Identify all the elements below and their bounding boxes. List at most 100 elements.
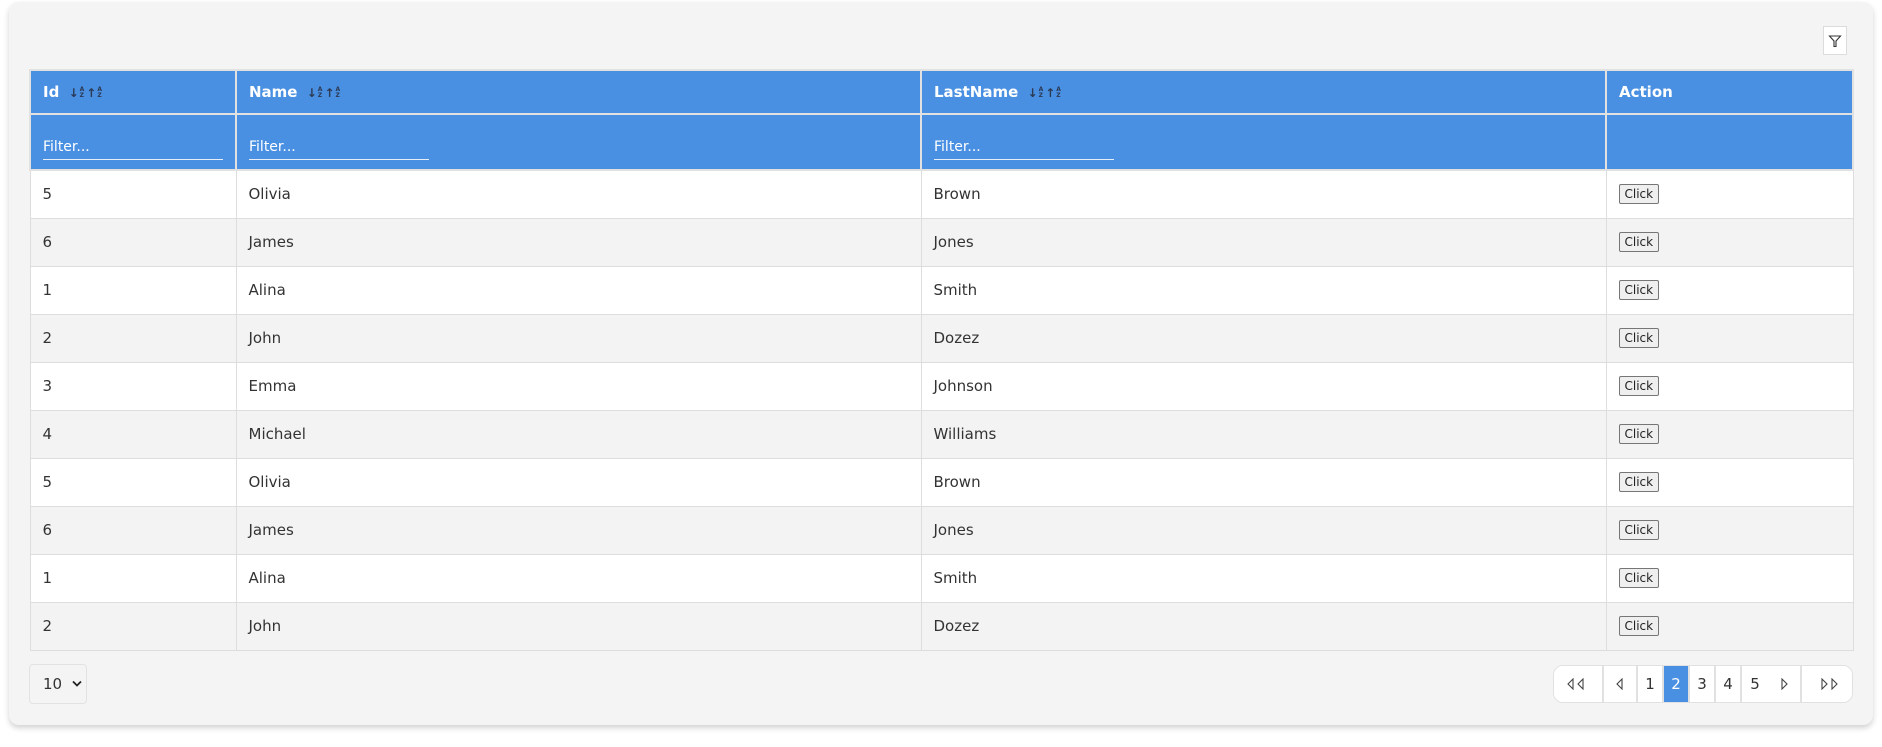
- cell-lastname: Brown: [920, 169, 1607, 219]
- filter-cell-id: [29, 113, 237, 171]
- sort-alpha-down-icon[interactable]: ↓ A Z: [307, 86, 323, 99]
- page-size-select[interactable]: 10: [29, 664, 87, 704]
- pagination: 12345: [1553, 665, 1853, 703]
- sort-alpha-up-icon[interactable]: ↑ A Z: [324, 86, 340, 99]
- row-action-button[interactable]: Click: [1618, 520, 1660, 540]
- prev-page-button[interactable]: [1604, 666, 1638, 702]
- table-row: 1 Alina Smith Click: [29, 265, 1854, 315]
- cell-lastname: Jones: [920, 217, 1607, 267]
- header-row: Id ↓ A Z ↑ A Z Name ↓ A Z ↑ A Z LastName…: [29, 69, 1854, 115]
- cell-lastname: Dozez: [920, 601, 1607, 651]
- last-page-button[interactable]: [1802, 666, 1852, 702]
- table-body: 5 Olivia Brown Click 6 James Jones Click 1 Alina S…: [29, 169, 1854, 651]
- last-page-icon: [1821, 678, 1838, 690]
- page-button-3[interactable]: 3: [1690, 666, 1716, 702]
- cell-id: 1: [29, 553, 237, 603]
- page-size-value: 10: [43, 675, 63, 693]
- cell-id: 4: [29, 409, 237, 459]
- table-row: 4 Michael Williams Click: [29, 409, 1854, 459]
- row-action-button[interactable]: Click: [1618, 616, 1660, 636]
- page-button-4[interactable]: 4: [1716, 666, 1742, 702]
- cell-lastname: Williams: [920, 409, 1607, 459]
- column-header-label: Id: [43, 83, 60, 101]
- cell-lastname: Smith: [920, 265, 1607, 315]
- sort-alpha-up-icon[interactable]: ↑ A Z: [86, 86, 102, 99]
- sort-controls: ↓ A Z ↑ A Z: [69, 86, 102, 99]
- cell-action: Click: [1605, 409, 1854, 459]
- cell-id: 3: [29, 361, 237, 411]
- cell-action: Click: [1605, 313, 1854, 363]
- cell-id: 5: [29, 169, 237, 219]
- table-row: 1 Alina Smith Click: [29, 553, 1854, 603]
- next-page-icon: [1781, 678, 1788, 690]
- column-header-label: Name: [249, 83, 298, 101]
- cell-name: James: [235, 505, 922, 555]
- first-page-icon: [1567, 678, 1584, 690]
- filter-cell-action: [1605, 113, 1854, 171]
- cell-name: James: [235, 217, 922, 267]
- cell-lastname: Jones: [920, 505, 1607, 555]
- sort-alpha-down-icon[interactable]: ↓ A Z: [1028, 86, 1044, 99]
- sort-controls: ↓ A Z ↑ A Z: [1028, 86, 1061, 99]
- page-button-2[interactable]: 2: [1664, 666, 1690, 702]
- column-header-label: Action: [1619, 83, 1673, 101]
- cell-name: Emma: [235, 361, 922, 411]
- row-action-button[interactable]: Click: [1618, 424, 1660, 444]
- cell-action: Click: [1605, 505, 1854, 555]
- column-header-lastname[interactable]: LastName ↓ A Z ↑ A Z: [920, 69, 1607, 115]
- filter-input-lastname[interactable]: [934, 130, 1114, 160]
- cell-name: John: [235, 601, 922, 651]
- row-action-button[interactable]: Click: [1618, 376, 1660, 396]
- next-page-button[interactable]: [1768, 666, 1802, 702]
- cell-action: Click: [1605, 361, 1854, 411]
- column-header-id[interactable]: Id ↓ A Z ↑ A Z: [29, 69, 237, 115]
- prev-page-icon: [1616, 678, 1623, 690]
- table-row: 5 Olivia Brown Click: [29, 457, 1854, 507]
- sort-alpha-down-icon[interactable]: ↓ A Z: [69, 86, 85, 99]
- cell-lastname: Brown: [920, 457, 1607, 507]
- cell-action: Click: [1605, 601, 1854, 651]
- sort-alpha-up-icon[interactable]: ↑ A Z: [1045, 86, 1061, 99]
- filter-input-id[interactable]: [43, 130, 223, 160]
- cell-id: 2: [29, 601, 237, 651]
- table-row: 3 Emma Johnson Click: [29, 361, 1854, 411]
- page-number-list: 12345: [1638, 666, 1768, 702]
- table-row: 6 James Jones Click: [29, 505, 1854, 555]
- sort-controls: ↓ A Z ↑ A Z: [307, 86, 340, 99]
- row-action-button[interactable]: Click: [1618, 280, 1660, 300]
- cell-id: 2: [29, 313, 237, 363]
- chevron-down-icon: [72, 679, 82, 690]
- data-table-wrapper: Id ↓ A Z ↑ A Z Name ↓ A Z ↑ A Z LastName…: [29, 69, 1854, 651]
- filter-cell-lastname: [920, 113, 1607, 171]
- cell-id: 6: [29, 505, 237, 555]
- filter-row: [29, 113, 1854, 171]
- row-action-button[interactable]: Click: [1618, 568, 1660, 588]
- cell-action: Click: [1605, 457, 1854, 507]
- cell-name: John: [235, 313, 922, 363]
- cell-name: Alina: [235, 553, 922, 603]
- row-action-button[interactable]: Click: [1618, 472, 1660, 492]
- filter-input-name[interactable]: [249, 130, 429, 160]
- cell-action: Click: [1605, 217, 1854, 267]
- row-action-button[interactable]: Click: [1618, 184, 1660, 205]
- column-header-name[interactable]: Name ↓ A Z ↑ A Z: [235, 69, 922, 115]
- cell-action: Click: [1605, 553, 1854, 603]
- filter-funnel-icon: [1828, 34, 1842, 47]
- cell-action: Click: [1605, 265, 1854, 315]
- cell-lastname: Smith: [920, 553, 1607, 603]
- page-button-1[interactable]: 1: [1638, 666, 1664, 702]
- filter-toggle-button[interactable]: [1823, 26, 1847, 55]
- table-row: 2 John Dozez Click: [29, 313, 1854, 363]
- table-row: 2 John Dozez Click: [29, 601, 1854, 651]
- filter-cell-name: [235, 113, 922, 171]
- row-action-button[interactable]: Click: [1618, 232, 1660, 252]
- table-row: 6 James Jones Click: [29, 217, 1854, 267]
- row-action-button[interactable]: Click: [1618, 328, 1660, 348]
- cell-id: 1: [29, 265, 237, 315]
- column-header-action: Action: [1605, 69, 1854, 115]
- cell-name: Michael: [235, 409, 922, 459]
- first-page-button[interactable]: [1554, 666, 1604, 702]
- data-grid-card: Id ↓ A Z ↑ A Z Name ↓ A Z ↑ A Z LastName…: [9, 2, 1873, 725]
- cell-name: Olivia: [235, 457, 922, 507]
- page-button-5[interactable]: 5: [1742, 666, 1768, 702]
